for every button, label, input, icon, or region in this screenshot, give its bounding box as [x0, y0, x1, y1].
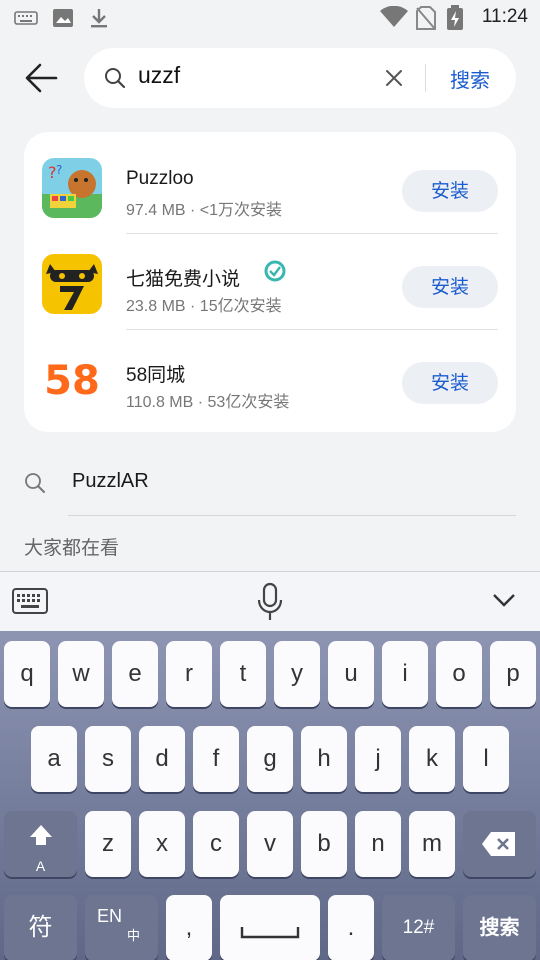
key-e[interactable]: e — [112, 641, 158, 707]
backspace-icon — [482, 832, 515, 856]
svg-text:?: ? — [56, 163, 62, 177]
app-meta: 97.4 MB · <1万次安装 — [126, 202, 283, 219]
key-y[interactable]: y — [274, 641, 320, 707]
search-key[interactable]: 搜索 — [463, 895, 536, 960]
app-name: 七猫免费小说 — [126, 269, 241, 290]
search-input[interactable]: uzzf — [138, 62, 180, 89]
app-meta: 110.8 MB · 53亿次安装 — [126, 394, 290, 411]
svg-text:58: 58 — [44, 358, 100, 404]
language-key[interactable]: EN 中 — [85, 895, 158, 960]
app-name: Puzzloo — [126, 168, 194, 189]
section-title: 大家都在看 — [24, 537, 120, 559]
chevron-down-icon[interactable] — [492, 592, 516, 608]
key-k[interactable]: k — [409, 726, 455, 792]
search-submit-button[interactable]: 搜索 — [450, 64, 490, 93]
search-divider — [425, 64, 426, 92]
key-h[interactable]: h — [301, 726, 347, 792]
key-v[interactable]: v — [247, 811, 293, 877]
space-key[interactable] — [220, 895, 320, 960]
lang-sub-label: 中 — [127, 928, 141, 943]
result-row-puzzloo[interactable]: ?? Puzzloo 97.4 MB · <1万次安装 安装 — [24, 138, 516, 234]
result-row-qimao[interactable]: 七猫免费小说 23.8 MB · 15亿次安装 安装 — [24, 234, 516, 330]
shift-arrow-icon — [30, 825, 52, 845]
backspace-key[interactable] — [463, 811, 536, 877]
battery-charging-icon — [447, 5, 463, 30]
key-q[interactable]: q — [4, 641, 50, 707]
status-bar: 11:24 — [0, 0, 540, 36]
key-t[interactable]: t — [220, 641, 266, 707]
key-b[interactable]: b — [301, 811, 347, 877]
key-x[interactable]: x — [139, 811, 185, 877]
app-name: 58同城 — [126, 365, 186, 386]
search-suggestion[interactable]: PuzzlAR — [24, 462, 516, 516]
key-j[interactable]: j — [355, 726, 401, 792]
key-a[interactable]: a — [31, 726, 77, 792]
lang-label: EN — [97, 906, 123, 926]
key-o[interactable]: o — [436, 641, 482, 707]
search-icon — [105, 68, 126, 89]
key-c[interactable]: c — [193, 811, 239, 877]
image-notification-icon — [53, 9, 73, 27]
keyboard-toolbar — [0, 571, 540, 631]
comma-key[interactable]: , — [166, 895, 212, 960]
key-z[interactable]: z — [85, 811, 131, 877]
app-icon-puzzloo: ?? — [42, 158, 102, 218]
key-w[interactable]: w — [58, 641, 104, 707]
key-u[interactable]: u — [328, 641, 374, 707]
clear-icon[interactable] — [384, 68, 404, 88]
shift-sub-label: A — [35, 858, 46, 874]
key-p[interactable]: p — [490, 641, 536, 707]
key-f[interactable]: f — [193, 726, 239, 792]
symbols-key[interactable]: 符 — [4, 895, 77, 960]
install-button[interactable]: 安装 — [402, 170, 498, 212]
verified-badge-icon — [264, 260, 286, 282]
suggestion-text: PuzzlAR — [72, 470, 149, 492]
install-button[interactable]: 安装 — [402, 362, 498, 404]
space-bar-icon — [240, 927, 300, 939]
key-m[interactable]: m — [409, 811, 455, 877]
key-s[interactable]: s — [85, 726, 131, 792]
wifi-icon — [380, 6, 408, 27]
key-g[interactable]: g — [247, 726, 293, 792]
key-i[interactable]: i — [382, 641, 428, 707]
app-icon-58tongcheng: 58 — [42, 350, 102, 410]
shift-key[interactable]: A — [4, 811, 77, 877]
search-results-card: ?? Puzzloo 97.4 MB · <1万次安装 安装 七猫免费小说 23… — [24, 132, 516, 432]
download-notification-icon — [91, 9, 107, 28]
key-n[interactable]: n — [355, 811, 401, 877]
app-icon-qimao — [42, 254, 102, 314]
clock: 11:24 — [481, 6, 528, 27]
search-icon — [25, 473, 45, 493]
keyboard: q w e r t y u i o p a s d f g h j k l A … — [0, 631, 540, 960]
back-button[interactable] — [22, 58, 62, 98]
key-r[interactable]: r — [166, 641, 212, 707]
back-arrow-icon — [25, 63, 58, 93]
divider — [68, 515, 516, 516]
period-key[interactable]: . — [328, 895, 374, 960]
search-box[interactable]: uzzf 搜索 — [84, 48, 516, 108]
no-sim-icon — [416, 6, 436, 30]
microphone-icon[interactable] — [256, 582, 284, 622]
key-l[interactable]: l — [463, 726, 509, 792]
keyboard-icon[interactable] — [12, 588, 48, 616]
install-button[interactable]: 安装 — [402, 266, 498, 308]
app-meta: 23.8 MB · 15亿次安装 — [126, 298, 282, 315]
numbers-key[interactable]: 12# — [382, 895, 455, 960]
key-d[interactable]: d — [139, 726, 185, 792]
keyboard-notification-icon — [14, 11, 38, 25]
result-row-58tongcheng[interactable]: 58 58同城 110.8 MB · 53亿次安装 安装 — [24, 330, 516, 426]
